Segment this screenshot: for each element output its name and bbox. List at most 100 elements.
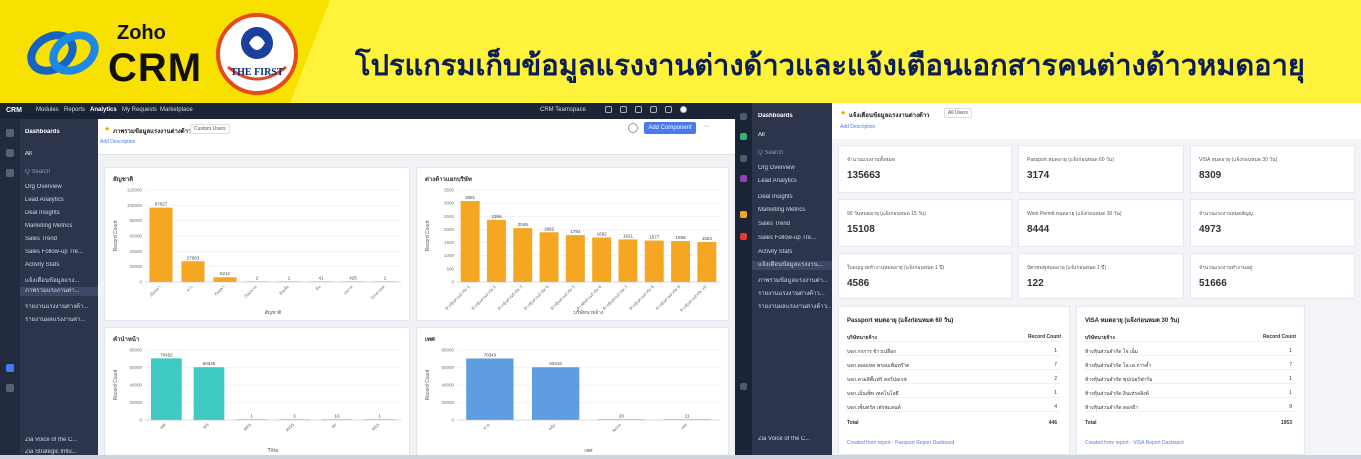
kpi-card[interactable]: 90 วันหมดอายุ (แจ้งก่อนหมด 15 วัน) 15108: [838, 199, 1012, 247]
sidebar-item-selected[interactable]: แจ้งเตือนข้อมูลแรงงาน...: [752, 261, 832, 270]
y-axis-label: Record Count: [113, 369, 119, 400]
sidebar-item[interactable]: Sales Trend: [25, 236, 95, 242]
gear-icon[interactable]: [665, 106, 672, 113]
more-icon[interactable]: ···: [703, 123, 710, 130]
table-row[interactable]: บจก.ควอลิตี้แฟร์ คอร์ปอเรช 2: [847, 374, 1061, 384]
y-tick-label: 80000: [441, 348, 454, 353]
kpi-card[interactable]: จำนวนแรงงานทำงานอยู่ 51666: [1190, 253, 1355, 299]
kpi-card[interactable]: บัตรชมพูหมดอายุ (แจ้งก่อนหมด 1 ปี) 122: [1018, 253, 1184, 299]
view-filter-badge[interactable]: Custom Users: [190, 124, 230, 134]
sidebar-footer-item[interactable]: Zia Strategic Influ...: [25, 449, 95, 455]
table-row[interactable]: บจก.คอมเทค พรอบเพิ่มทร๊าด 7: [847, 360, 1061, 370]
sidebar-filter[interactable]: All: [25, 151, 95, 157]
home-icon[interactable]: [740, 113, 747, 120]
nav-marketplace[interactable]: Marketplace: [160, 107, 193, 113]
nav-reports[interactable]: Reports: [64, 107, 85, 113]
view-filter-badge[interactable]: All Users: [944, 108, 973, 118]
chart-icon[interactable]: [740, 133, 747, 140]
cell-company: ห้างหุ้นส่วนจำกัด ซุปเปอร์ฟาร์ม: [1085, 377, 1153, 383]
dashboard-title: ภาพรวมข้อมูลแรงงานต่างด้าว: [113, 128, 192, 135]
module-icon[interactable]: [740, 211, 747, 218]
data-label: 3081: [465, 195, 476, 200]
total-value: 1953: [1280, 420, 1292, 426]
calendar-icon[interactable]: [635, 106, 642, 113]
sidebar-item[interactable]: แจ้งเตือนข้อมูลแรง...: [25, 275, 95, 285]
cell-count: 7: [1054, 362, 1057, 368]
sidebar-item[interactable]: ภาพรวมข้อมูลแรงงานต่า...: [758, 275, 830, 285]
table-row[interactable]: บจก.เซ็นทรัล เฟรชแลนด์ 4: [847, 402, 1061, 412]
settings-icon[interactable]: [6, 384, 14, 392]
table-row[interactable]: ห้างหุ้นส่วนจำกัด อินเท่รอลิงค์ 1: [1085, 388, 1296, 398]
star-icon[interactable]: ★: [840, 109, 846, 117]
sidebar-item[interactable]: Sales Follow-up Tre...: [25, 249, 95, 255]
report-icon[interactable]: [6, 169, 14, 177]
visa-table: VISA หมดอายุ (แจ้งก่อนหมด 30 วัน) บริษัท…: [1076, 306, 1305, 455]
table-row[interactable]: ห้างหุ้นส่วนจำกัด ซุปเปอร์ฟาร์ม 1: [1085, 374, 1296, 384]
home-icon[interactable]: [6, 129, 14, 137]
refresh-icon[interactable]: [628, 123, 638, 133]
page: Zoho CRM THE FIRST โปรแกรมเก็บข้อมูลแรงง…: [0, 0, 1361, 459]
cell-company: ห้างหุ้นส่วนจำกัด โจ เอ็ม: [1085, 349, 1138, 355]
nav-modules[interactable]: Modules: [36, 107, 59, 113]
kpi-card[interactable]: Passport หมดอายุ (แจ้งก่อนหมด 60 วัน) 317…: [1018, 145, 1184, 193]
add-description-link[interactable]: Add Description: [840, 124, 875, 130]
nav-my-requests[interactable]: My Requests: [122, 107, 157, 113]
sidebar-item[interactable]: Activity Stats: [25, 262, 95, 268]
avatar[interactable]: [680, 106, 687, 113]
kpi-card[interactable]: จำนวนแรงงานทั้งหมด 135663: [838, 145, 1012, 193]
sidebar-item[interactable]: Activity Stats: [758, 249, 830, 255]
banner-headline: โปรแกรมเก็บข้อมูลแรงงานต่างด้าวและแจ้งเต…: [355, 48, 1305, 82]
sidebar-search[interactable]: Q Search: [758, 150, 830, 156]
sidebar-item-selected[interactable]: ภาพรวมแรงงานต่า...: [20, 287, 98, 296]
cell-count: 2: [1054, 376, 1057, 382]
search-icon[interactable]: [605, 106, 612, 113]
report-icon[interactable]: [740, 155, 747, 162]
table-row[interactable]: ห้างหุ้นส่วนจำกัด โจ เอ็ม 1: [1085, 346, 1296, 356]
analytics-icon[interactable]: [6, 364, 14, 372]
table-row[interactable]: ห้างหุ้นส่วนจำกัด ดอกฝ้า 9: [1085, 402, 1296, 412]
star-icon[interactable]: ★: [104, 125, 110, 133]
workspace-selector[interactable]: CRM Teamspace: [540, 107, 586, 113]
settings-icon[interactable]: [740, 383, 747, 390]
kpi-card[interactable]: VISA หมดอายุ (แจ้งก่อนหมด 30 วัน) 8309: [1190, 145, 1355, 193]
sidebar-search[interactable]: Q Search: [25, 169, 95, 175]
chart-icon[interactable]: [6, 149, 14, 157]
sidebar-item[interactable]: Deal Insights: [25, 210, 95, 216]
sidebar-item[interactable]: รายงานผลแรงงานต่างด้าว...: [758, 301, 830, 311]
data-label: 20: [619, 413, 625, 418]
kpi-card[interactable]: Work Permit หมดอายุ (แจ้งก่อนหมด 30 วัน)…: [1018, 199, 1184, 247]
sidebar-item[interactable]: Marketing Metrics: [758, 207, 830, 213]
table-row[interactable]: บจก.เอ็นเซ็ท เทคโนโลยี 1: [847, 388, 1061, 398]
table-row[interactable]: ห้างหุ้นส่วนจำกัด โอ.เค.การค้ำ 7: [1085, 360, 1296, 370]
crm-app-name[interactable]: CRM: [6, 107, 22, 114]
table-footer-link[interactable]: Created from report - Passport Report Da…: [847, 440, 954, 446]
table-footer-link[interactable]: Created from report - VISA Report Dasboa…: [1085, 440, 1184, 446]
sidebar-item[interactable]: รายงานแรงงานต่างด้าว...: [758, 288, 830, 298]
sidebar-item[interactable]: Marketing Metrics: [25, 223, 95, 229]
sidebar-item[interactable]: Sales Trend: [758, 221, 830, 227]
alert-icon[interactable]: [740, 233, 747, 240]
nav-analytics[interactable]: Analytics: [90, 107, 117, 113]
sidebar-filter[interactable]: All: [758, 132, 830, 138]
grid-icon[interactable]: [650, 106, 657, 113]
y-tick-label: 80000: [129, 348, 142, 353]
sidebar-item[interactable]: Deal Insights: [758, 194, 830, 200]
sidebar-item[interactable]: รายงานแรงงานต่างด้า...: [25, 301, 95, 311]
zoho-logo-icon: [27, 31, 99, 75]
sidebar-item[interactable]: Lead Analytics: [25, 197, 95, 203]
analytics-icon[interactable]: [740, 175, 747, 182]
sidebar-footer-item[interactable]: Zia Voice of the C...: [758, 436, 830, 442]
sidebar-item[interactable]: Lead Analytics: [758, 178, 830, 184]
sidebar-item[interactable]: Org Overview: [25, 184, 95, 190]
add-description-link[interactable]: Add Description: [100, 139, 135, 145]
table-row[interactable]: บจก.กรการ ข้าวเปลือก 1: [847, 346, 1061, 356]
kpi-card[interactable]: จำนวนแรงงานหมดสัญญ 4973: [1190, 199, 1355, 247]
kpi-card[interactable]: ใบอนุญาตทำงานหมดอายุ (แจ้งก่อนหมด 1 ปี) 4…: [838, 253, 1012, 299]
sidebar-item[interactable]: Sales Follow-up Tre...: [758, 235, 830, 241]
bar: [150, 358, 182, 420]
sidebar-item[interactable]: รายงานผลแรงงานต่า...: [25, 314, 95, 324]
bell-icon[interactable]: [620, 106, 627, 113]
add-component-button[interactable]: Add Component: [644, 122, 696, 134]
sidebar-item[interactable]: Org Overview: [758, 165, 830, 171]
sidebar-footer-item[interactable]: Zia Voice of the C...: [25, 437, 95, 443]
